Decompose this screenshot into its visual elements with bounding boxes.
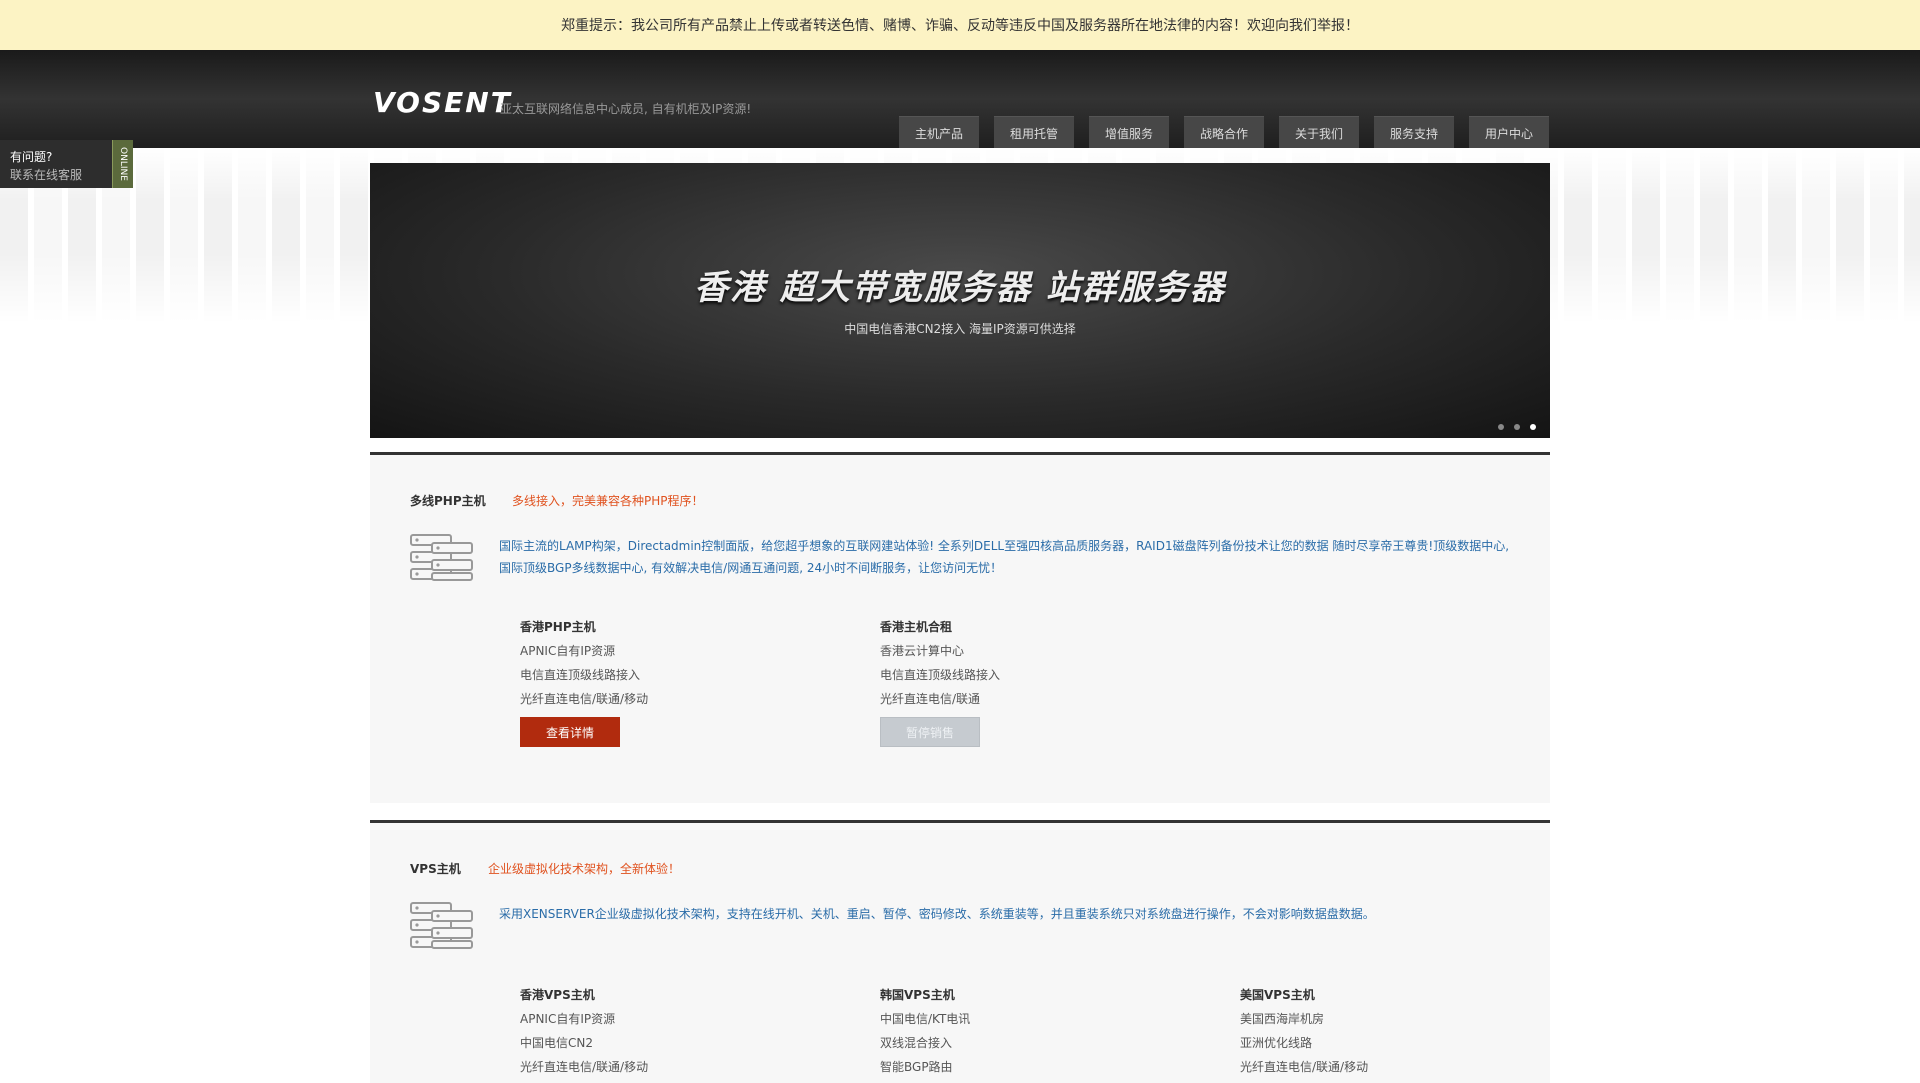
online-tag: ONLINE [112, 140, 133, 188]
desc-line: 国际顶级BGP多线数据中心, 有效解决电信/网通互通问题, 24小时不间断服务，… [499, 561, 1003, 575]
product-feature: 中国电信CN2 [520, 1036, 593, 1050]
chat-question: 有问题? [10, 150, 53, 164]
product-feature: APNIC自有IP资源 [520, 1012, 616, 1026]
slide-indicators [1498, 424, 1536, 430]
nav-item-value-added[interactable]: 增值服务 [1089, 116, 1169, 149]
section-tagline: 企业级虚拟化技术架构，全新体验！ [488, 862, 681, 876]
nav-item-host-products[interactable]: 主机产品 [899, 116, 979, 149]
product-feature: 光纤直连电信/联通/移动 [1240, 1060, 1369, 1074]
product-feature: 光纤直连电信/联通/移动 [520, 1060, 649, 1074]
section-php-hosting: 多线PHP主机 多线接入，完美兼容各种PHP程序！ 国际主流的LAMP构架，Di… [370, 452, 1550, 803]
product-feature: 电信直连顶级线路接入 [520, 668, 641, 682]
product-us-vps: 美国VPS主机 美国西海岸机房 亚洲优化线路 光纤直连电信/联通/移动 [1240, 986, 1368, 1082]
view-details-button[interactable]: 查看详情 [520, 717, 620, 747]
slide-dot-active[interactable] [1530, 424, 1536, 430]
product-feature: 智能BGP路由 [880, 1060, 953, 1074]
desc-line: 国际主流的LAMP构架，Directadmin控制面版，给您超乎想象的互联网建站… [499, 539, 1510, 553]
product-hk-shared: 香港主机合租 香港云计算中心 电信直连顶级线路接入 光纤直连电信/联通 暂停销售 [880, 618, 1000, 747]
notice-text: 郑重提示：我公司所有产品禁止上传或者转送色情、赌博、诈骗、反动等违反中国及服务器… [561, 18, 1359, 34]
banner-title: 香港 超大带宽服务器 站群服务器 [694, 268, 1226, 308]
product-feature: 光纤直连电信/联通 [880, 692, 981, 706]
product-feature: 亚洲优化线路 [1240, 1036, 1313, 1050]
banner-subtitle: 中国电信香港CN2接入 海量IP资源可供选择 [844, 322, 1076, 336]
product-feature: APNIC自有IP资源 [520, 644, 616, 658]
notice-bar: 郑重提示：我公司所有产品禁止上传或者转送色情、赌博、诈骗、反动等违反中国及服务器… [0, 0, 1920, 51]
product-hk-vps: 香港VPS主机 APNIC自有IP资源 中国电信CN2 光纤直连电信/联通/移动 [520, 986, 648, 1082]
section-tagline: 多线接入，完美兼容各种PHP程序！ [512, 494, 704, 508]
slide-dot[interactable] [1498, 424, 1504, 430]
product-feature: 光纤直连电信/联通/移动 [520, 692, 649, 706]
slide-dot[interactable] [1514, 424, 1520, 430]
section-vps-hosting: VPS主机 企业级虚拟化技术架构，全新体验！ 采用XENSERVER企业级虚拟化… [370, 820, 1550, 1083]
section-title: 多线PHP主机 [410, 494, 486, 508]
product-feature: 中国电信/KT电讯 [880, 1012, 971, 1026]
sale-paused-button[interactable]: 暂停销售 [880, 717, 980, 747]
product-feature: 双线混合接入 [880, 1036, 953, 1050]
product-name: 香港VPS主机 [520, 988, 595, 1002]
hero-banner[interactable]: 香港 超大带宽服务器 站群服务器 中国电信香港CN2接入 海量IP资源可供选择 [370, 163, 1550, 438]
section-title: VPS主机 [410, 862, 461, 876]
nav-item-user-center[interactable]: 用户中心 [1469, 116, 1549, 149]
site-header: VOSENT 亚太互联网络信息中心成员, 自有机柜及IP资源! 主机产品 租用托… [0, 50, 1920, 149]
chat-service-link[interactable]: 联系在线客服 [10, 166, 82, 183]
nav-item-rental-hosting[interactable]: 租用托管 [994, 116, 1074, 149]
desc-line: 采用XENSERVER企业级虚拟化技术架构，支持在线开机、关机、重启、暂停、密码… [499, 907, 1375, 921]
nav-item-about-us[interactable]: 关于我们 [1279, 116, 1359, 149]
nav-item-support[interactable]: 服务支持 [1374, 116, 1454, 149]
online-chat-widget[interactable]: 有问题? 联系在线客服 ONLINE [0, 140, 133, 188]
product-feature: 香港云计算中心 [880, 644, 965, 658]
section-description: 采用XENSERVER企业级虚拟化技术架构，支持在线开机、关机、重启、暂停、密码… [499, 903, 1519, 925]
product-name: 美国VPS主机 [1240, 988, 1315, 1002]
product-name: 香港PHP主机 [520, 620, 596, 634]
product-kr-vps: 韩国VPS主机 中国电信/KT电讯 双线混合接入 智能BGP路由 [880, 986, 970, 1082]
site-slogan: 亚太互联网络信息中心成员, 自有机柜及IP资源! [500, 102, 752, 116]
server-icon [410, 902, 473, 949]
section-description: 国际主流的LAMP构架，Directadmin控制面版，给您超乎想象的互联网建站… [499, 535, 1519, 579]
site-logo[interactable]: VOSENT [373, 86, 512, 119]
product-hk-php: 香港PHP主机 APNIC自有IP资源 电信直连顶级线路接入 光纤直连电信/联通… [520, 618, 648, 747]
product-feature: 电信直连顶级线路接入 [880, 668, 1001, 682]
nav-item-partnership[interactable]: 战略合作 [1184, 116, 1264, 149]
product-name: 韩国VPS主机 [880, 988, 955, 1002]
product-feature: 美国西海岸机房 [1240, 1012, 1325, 1026]
product-name: 香港主机合租 [880, 620, 953, 634]
main-nav: 主机产品 租用托管 增值服务 战略合作 关于我们 服务支持 用户中心 [899, 116, 1549, 149]
server-icon [410, 534, 473, 581]
